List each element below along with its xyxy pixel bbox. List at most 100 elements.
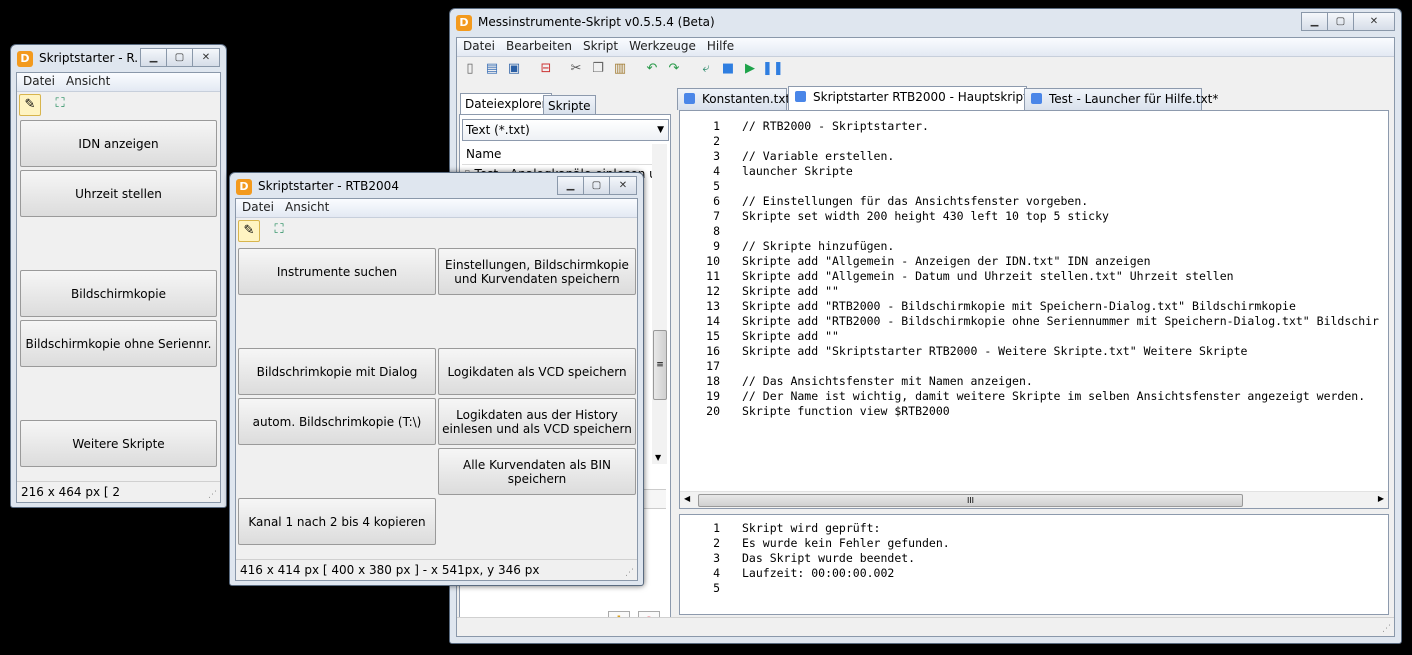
- code-line[interactable]: Skripte add "": [742, 284, 1388, 299]
- close-icon[interactable]: ✕: [192, 48, 220, 67]
- pin-icon[interactable]: ✎: [19, 94, 41, 116]
- button-bildschirmkopie-mit-dialog[interactable]: Bildschrimkopie mit Dialog: [238, 348, 436, 395]
- code-line[interactable]: Skripte add "RTB2000 - Bildschirmkopie m…: [742, 299, 1388, 314]
- code-line[interactable]: // Einstellungen für das Ansichtsfenster…: [742, 194, 1388, 209]
- code-line[interactable]: [742, 224, 1388, 239]
- menu-datei[interactable]: Datei: [17, 73, 60, 88]
- button-kurvendaten-bin[interactable]: Alle Kurvendaten als BIN speichern: [438, 448, 636, 495]
- main-titlebar[interactable]: D Messinstrumente-Skript v0.5.5.4 (Beta)…: [450, 9, 1401, 37]
- redo-icon[interactable]: ↷: [664, 59, 684, 79]
- button-einstellungen-speichern[interactable]: Einstellungen, Bildschirmkopie und Kurve…: [438, 248, 636, 295]
- code-line[interactable]: Skripte add "Skriptstarter RTB2000 - Wei…: [742, 344, 1388, 359]
- code-line[interactable]: Skripte set width 200 height 430 left 10…: [742, 209, 1388, 224]
- stop-icon[interactable]: ■: [718, 59, 738, 79]
- filter-select[interactable]: Text (*.txt) ▼: [462, 119, 669, 141]
- button-bildschirmkopie[interactable]: Bildschirmkopie: [20, 270, 217, 317]
- button-idn-anzeigen[interactable]: IDN anzeigen: [20, 120, 217, 167]
- menu-hilfe[interactable]: Hilfe: [701, 38, 739, 53]
- code-editor[interactable]: 1 2 3 4 5 6 7 8 9 10 11 12 13 14 15 16 17 18 19 20 // RTB20…: [679, 110, 1389, 509]
- maximize-icon[interactable]: ▢: [1327, 12, 1354, 31]
- menubar: Datei Ansicht: [17, 73, 220, 92]
- scroll-left-arrow[interactable]: ◀: [684, 494, 690, 503]
- copy-icon[interactable]: ❐: [588, 59, 608, 79]
- button-logikdaten-history[interactable]: Logikdaten aus der History einlesen und …: [438, 398, 636, 445]
- close-file-icon[interactable]: ⊟: [536, 59, 556, 79]
- list-header[interactable]: Name: [462, 144, 652, 165]
- code-line[interactable]: // Der Name ist wichtig, damit weitere S…: [742, 389, 1388, 404]
- small-titlebar[interactable]: D Skriptstarter - R... ▁ ▢ ✕: [11, 45, 226, 73]
- fit-size-icon[interactable]: ⛶: [50, 94, 70, 114]
- run-icon[interactable]: ▶: [740, 59, 760, 79]
- line-number: 8: [713, 224, 720, 238]
- tab-hauptskript[interactable]: Skriptstarter RTB2000 - Hauptskript.txt: [788, 86, 1048, 110]
- code-line[interactable]: // Skripte hinzufügen.: [742, 239, 1388, 254]
- menu-werkzeuge[interactable]: Werkzeuge: [623, 38, 701, 53]
- tab-skripte[interactable]: Skripte: [543, 95, 596, 114]
- code-line[interactable]: Skripte add "Allgemein - Anzeigen der ID…: [742, 254, 1388, 269]
- button-weitere-skripte[interactable]: Weitere Skripte: [20, 420, 217, 467]
- maximize-icon[interactable]: ▢: [166, 48, 193, 67]
- menu-skript[interactable]: Skript: [577, 38, 623, 53]
- code-line[interactable]: Skripte add "RTB2000 - Bildschirmkopie o…: [742, 314, 1388, 329]
- code-line[interactable]: [742, 581, 1388, 596]
- minimize-icon[interactable]: ▁: [557, 176, 584, 195]
- fit-size-icon[interactable]: ⛶: [269, 220, 289, 240]
- code-line[interactable]: Skript wird geprüft:: [742, 521, 1388, 536]
- button-bildschirmkopie-ohne-seriennr[interactable]: Bildschirmkopie ohne Seriennr.: [20, 320, 217, 367]
- resize-grip-icon[interactable]: ⋰: [1382, 624, 1392, 634]
- menu-datei[interactable]: Datei: [457, 38, 500, 53]
- new-file-icon[interactable]: ▯: [460, 59, 480, 79]
- menu-ansicht[interactable]: Ansicht: [279, 199, 334, 214]
- code-line[interactable]: Laufzeit: 00:00:00.002: [742, 566, 1388, 581]
- left-vscrollbar[interactable]: ≡ ▼: [652, 144, 667, 464]
- minimize-icon[interactable]: ▁: [1301, 12, 1328, 31]
- code-line[interactable]: [742, 359, 1388, 374]
- code-line[interactable]: [742, 179, 1388, 194]
- menu-datei[interactable]: Datei: [236, 199, 279, 214]
- undo-icon[interactable]: ↶: [642, 59, 662, 79]
- tab-konstanten[interactable]: Konstanten.txt: [677, 88, 790, 110]
- minimize-icon[interactable]: ▁: [140, 48, 167, 67]
- code-line[interactable]: Skripte add "": [742, 329, 1388, 344]
- rtb-titlebar[interactable]: D Skriptstarter - RTB2004 ▁ ▢ ✕: [230, 173, 643, 201]
- close-icon[interactable]: ✕: [609, 176, 637, 195]
- button-uhrzeit-stellen[interactable]: Uhrzeit stellen: [20, 170, 217, 217]
- code-line[interactable]: // RTB2000 - Skriptstarter.: [742, 119, 1388, 134]
- code-line[interactable]: Es wurde kein Fehler gefunden.: [742, 536, 1388, 551]
- code-line[interactable]: Das Skript wurde beendet.: [742, 551, 1388, 566]
- code-line[interactable]: Skripte add "Allgemein - Datum und Uhrze…: [742, 269, 1388, 284]
- code-area[interactable]: // RTB2000 - Skriptstarter. // Variable e…: [742, 119, 1388, 508]
- check-script-icon[interactable]: ⤶: [696, 59, 716, 79]
- resize-grip-icon[interactable]: ⋰: [208, 490, 218, 500]
- editor-hscrollbar[interactable]: ◀ III ▶: [680, 491, 1388, 508]
- scroll-thumb[interactable]: ≡: [653, 330, 667, 400]
- paste-icon[interactable]: ▥: [610, 59, 630, 79]
- scroll-down-arrow[interactable]: ▼: [655, 453, 661, 462]
- open-file-icon[interactable]: ▤: [482, 59, 502, 79]
- pin-icon[interactable]: ✎: [238, 220, 260, 242]
- code-line[interactable]: [742, 134, 1388, 149]
- cut-icon[interactable]: ✂: [566, 59, 586, 79]
- code-line[interactable]: Skripte function view $RTB2000: [742, 404, 1388, 419]
- maximize-icon[interactable]: ▢: [583, 176, 610, 195]
- code-line[interactable]: launcher Skripte: [742, 164, 1388, 179]
- line-number: 14: [706, 314, 720, 328]
- output-panel[interactable]: 12345 Skript wird geprüft: Es wurde kein …: [679, 514, 1389, 615]
- code-line[interactable]: // Das Ansichtsfenster mit Namen anzeige…: [742, 374, 1388, 389]
- hscroll-thumb[interactable]: III: [698, 494, 1243, 507]
- close-icon[interactable]: ✕: [1353, 12, 1395, 31]
- menu-ansicht[interactable]: Ansicht: [60, 73, 115, 88]
- resize-grip-icon[interactable]: ⋰: [625, 568, 635, 578]
- pause-icon[interactable]: ❚❚: [762, 59, 784, 79]
- button-autom-bildschirmkopie[interactable]: autom. Bildschrimkopie (T:\): [238, 398, 436, 445]
- button-instrumente-suchen[interactable]: Instrumente suchen: [238, 248, 436, 295]
- scroll-right-arrow[interactable]: ▶: [1378, 494, 1384, 503]
- tab-dateiexplorer[interactable]: Dateiexplorer: [460, 93, 552, 114]
- save-file-icon[interactable]: ▣: [504, 59, 524, 79]
- menu-bearbeiten[interactable]: Bearbeiten: [500, 38, 577, 53]
- button-kanal-kopieren[interactable]: Kanal 1 nach 2 bis 4 kopieren: [238, 498, 436, 545]
- button-logikdaten-vcd[interactable]: Logikdaten als VCD speichern: [438, 348, 636, 395]
- line-number: 3: [713, 551, 720, 565]
- code-line[interactable]: // Variable erstellen.: [742, 149, 1388, 164]
- tab-test-launcher[interactable]: Test - Launcher für Hilfe.txt*: [1024, 88, 1218, 110]
